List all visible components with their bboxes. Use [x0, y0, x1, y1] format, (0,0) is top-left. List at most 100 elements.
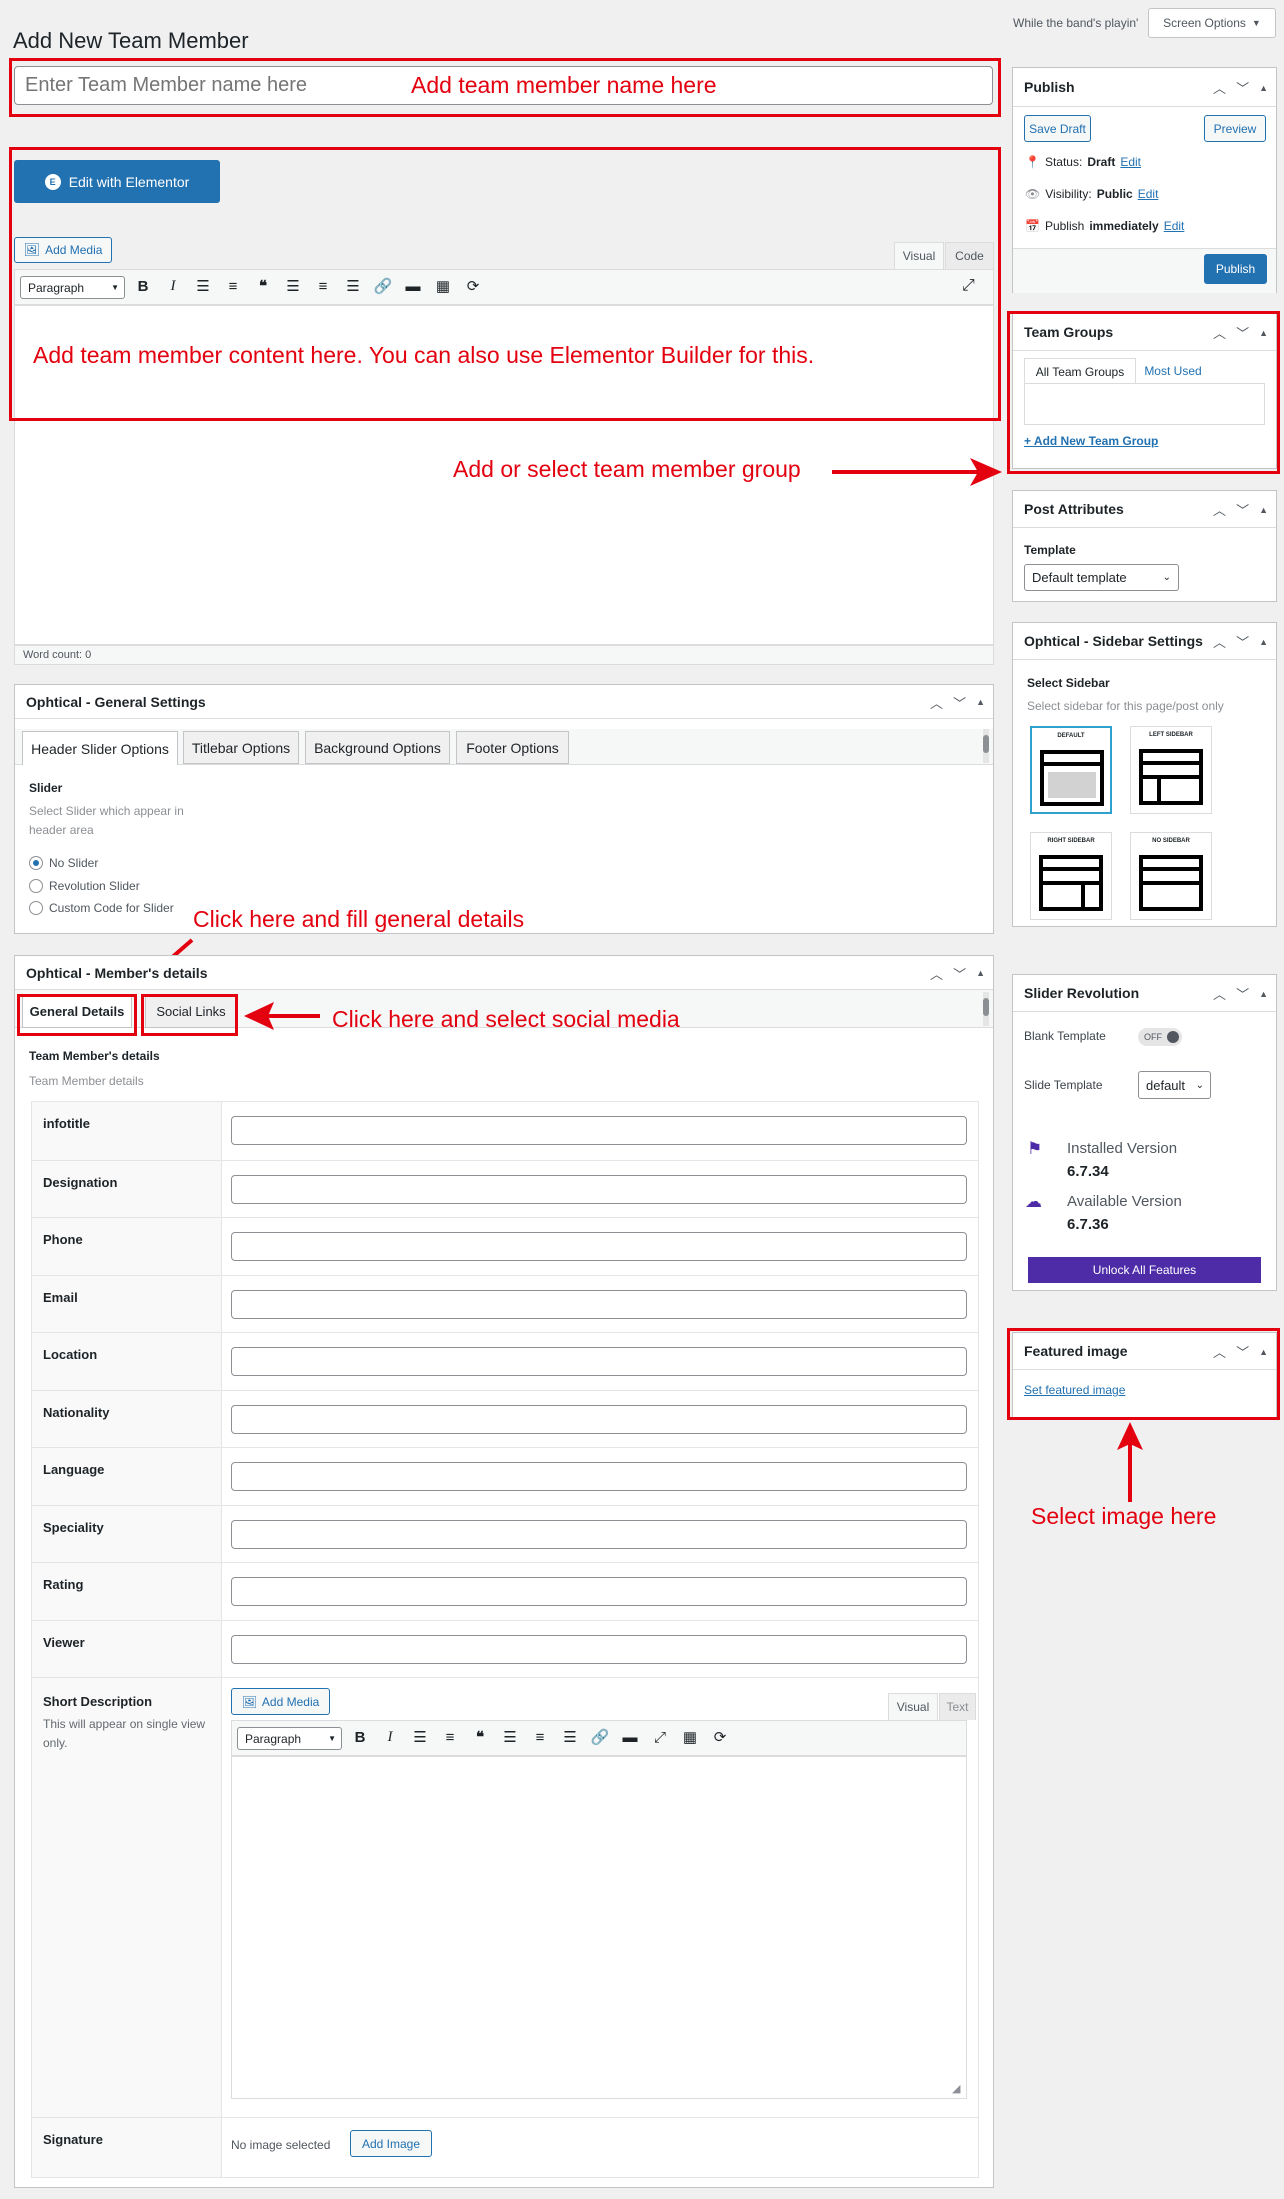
fullscreen-icon[interactable]: ⤢ [645, 1729, 675, 1746]
radio-no-slider[interactable]: No Slider [29, 856, 98, 870]
chevron-up-icon[interactable]: ︿ [1213, 500, 1226, 519]
toggle-arrow-icon[interactable]: ▲ [1259, 505, 1268, 515]
unlock-all-features-button[interactable]: Unlock All Features [1028, 1257, 1261, 1283]
email-input[interactable] [231, 1290, 967, 1319]
align-right-icon[interactable]: ☰ [555, 1728, 585, 1746]
toggle-arrow-icon[interactable]: ▲ [976, 968, 985, 978]
toggle-arrow-icon[interactable]: ▲ [1259, 637, 1268, 647]
chevron-up-icon[interactable]: ︿ [1213, 632, 1226, 651]
align-left-icon[interactable]: ☰ [495, 1728, 525, 1746]
sidebar-option-none[interactable]: NO SIDEBAR [1130, 832, 1212, 920]
team-groups-list[interactable] [1024, 383, 1265, 425]
read-more-icon[interactable]: ▬ [615, 1729, 645, 1746]
nationality-input[interactable] [231, 1405, 967, 1434]
tab-all-team-groups[interactable]: All Team Groups [1024, 358, 1136, 384]
infotitle-input[interactable] [231, 1116, 967, 1145]
align-center-icon[interactable]: ≡ [308, 278, 338, 295]
blockquote-icon[interactable]: ❝ [465, 1728, 495, 1746]
chevron-down-icon[interactable]: ﹀ [1236, 984, 1249, 1003]
preview-button[interactable]: Preview [1204, 115, 1266, 142]
sidebar-option-right[interactable]: RIGHT SIDEBAR [1030, 832, 1112, 920]
template-select[interactable]: Default template ⌄ [1024, 564, 1179, 591]
short-tab-visual[interactable]: Visual [888, 1693, 938, 1720]
refresh-icon[interactable]: ⟳ [458, 277, 488, 295]
chevron-down-icon[interactable]: ﹀ [1236, 632, 1249, 651]
toggle-arrow-icon[interactable]: ▲ [1259, 1347, 1268, 1357]
tab-header-slider-options[interactable]: Header Slider Options [22, 731, 178, 765]
rating-input[interactable] [231, 1577, 967, 1606]
slide-template-select[interactable]: default ⌄ [1138, 1071, 1211, 1099]
chevron-up-icon[interactable]: ︿ [930, 964, 943, 983]
resize-handle-icon[interactable]: ◢ [952, 2082, 960, 2095]
radio-custom-code[interactable]: Custom Code for Slider [29, 901, 174, 915]
phone-input[interactable] [231, 1232, 967, 1261]
chevron-up-icon[interactable]: ︿ [1213, 78, 1226, 97]
chevron-down-icon[interactable]: ﹀ [1236, 323, 1249, 342]
toggle-arrow-icon[interactable]: ▲ [1259, 328, 1268, 338]
link-icon[interactable]: 🔗 [585, 1728, 615, 1746]
align-center-icon[interactable]: ≡ [525, 1729, 555, 1746]
edit-schedule-link[interactable]: Edit [1164, 219, 1185, 233]
bold-icon[interactable]: B [345, 1729, 375, 1746]
refresh-icon[interactable]: ⟳ [705, 1728, 735, 1746]
align-right-icon[interactable]: ☰ [338, 277, 368, 295]
blockquote-icon[interactable]: ❝ [248, 277, 278, 295]
tab-most-used[interactable]: Most Used [1133, 364, 1213, 378]
tab-general-details[interactable]: General Details [22, 994, 132, 1028]
member-scrollbar[interactable] [983, 992, 989, 1026]
bold-icon[interactable]: B [128, 278, 158, 295]
format-select[interactable]: Paragraph ▼ [20, 276, 125, 299]
bullet-list-icon[interactable]: ☰ [405, 1728, 435, 1746]
short-format-select[interactable]: Paragraph ▼ [237, 1727, 342, 1750]
edit-status-link[interactable]: Edit [1120, 155, 1141, 169]
set-featured-image-link[interactable]: Set featured image [1024, 1383, 1125, 1397]
chevron-up-icon[interactable]: ︿ [1213, 984, 1226, 1003]
general-settings-header[interactable]: Ophtical - General Settings [15, 685, 993, 719]
chevron-up-icon[interactable]: ︿ [1213, 1342, 1226, 1361]
read-more-icon[interactable]: ▬ [398, 278, 428, 295]
edit-visibility-link[interactable]: Edit [1138, 187, 1159, 201]
tab-background-options[interactable]: Background Options [305, 731, 450, 764]
tab-code[interactable]: Code [945, 242, 994, 269]
designation-input[interactable] [231, 1175, 967, 1204]
blank-template-toggle[interactable]: OFF [1138, 1028, 1182, 1046]
toggle-arrow-icon[interactable]: ▲ [1259, 989, 1268, 999]
link-icon[interactable]: 🔗 [368, 277, 398, 295]
toggle-arrow-icon[interactable]: ▲ [976, 697, 985, 707]
chevron-down-icon[interactable]: ﹀ [953, 693, 966, 712]
radio-revolution-slider[interactable]: Revolution Slider [29, 879, 140, 893]
language-input[interactable] [231, 1462, 967, 1491]
short-desc-add-media-button[interactable]: 🖼 Add Media [231, 1688, 330, 1715]
add-image-button[interactable]: Add Image [350, 2130, 432, 2157]
speciality-input[interactable] [231, 1520, 967, 1549]
viewer-input[interactable] [231, 1635, 967, 1664]
general-scrollbar[interactable] [983, 729, 989, 763]
toggle-arrow-icon[interactable]: ▲ [1259, 83, 1268, 93]
italic-icon[interactable]: I [375, 1729, 405, 1746]
numbered-list-icon[interactable]: ≡ [435, 1729, 465, 1746]
member-details-header[interactable]: Ophtical - Member's details [15, 956, 993, 990]
bullet-list-icon[interactable]: ☰ [188, 277, 218, 295]
chevron-up-icon[interactable]: ︿ [930, 693, 943, 712]
save-draft-button[interactable]: Save Draft [1024, 115, 1091, 142]
location-input[interactable] [231, 1347, 967, 1376]
align-left-icon[interactable]: ☰ [278, 277, 308, 295]
toolbar-toggle-icon[interactable]: ▦ [428, 277, 458, 295]
toolbar-toggle-icon[interactable]: ▦ [675, 1728, 705, 1746]
fullscreen-icon[interactable]: ⤢ [962, 277, 975, 295]
chevron-down-icon[interactable]: ﹀ [1236, 500, 1249, 519]
add-media-button[interactable]: 🖼 Add Media [14, 237, 112, 263]
chevron-down-icon[interactable]: ﹀ [1236, 78, 1249, 97]
edit-with-elementor-button[interactable]: E Edit with Elementor [14, 160, 220, 203]
short-editor-body[interactable] [231, 1756, 967, 2099]
add-new-team-group-link[interactable]: + Add New Team Group [1024, 434, 1158, 448]
publish-button[interactable]: Publish [1204, 254, 1267, 284]
italic-icon[interactable]: I [158, 278, 188, 295]
short-tab-text[interactable]: Text [939, 1693, 976, 1720]
tab-footer-options[interactable]: Footer Options [456, 731, 569, 764]
chevron-down-icon[interactable]: ﹀ [1236, 1342, 1249, 1361]
screen-options-button[interactable]: Screen Options ▼ [1148, 8, 1276, 38]
chevron-down-icon[interactable]: ﹀ [953, 964, 966, 983]
chevron-up-icon[interactable]: ︿ [1213, 323, 1226, 342]
sidebar-option-default[interactable]: DEFAULT [1030, 726, 1112, 814]
